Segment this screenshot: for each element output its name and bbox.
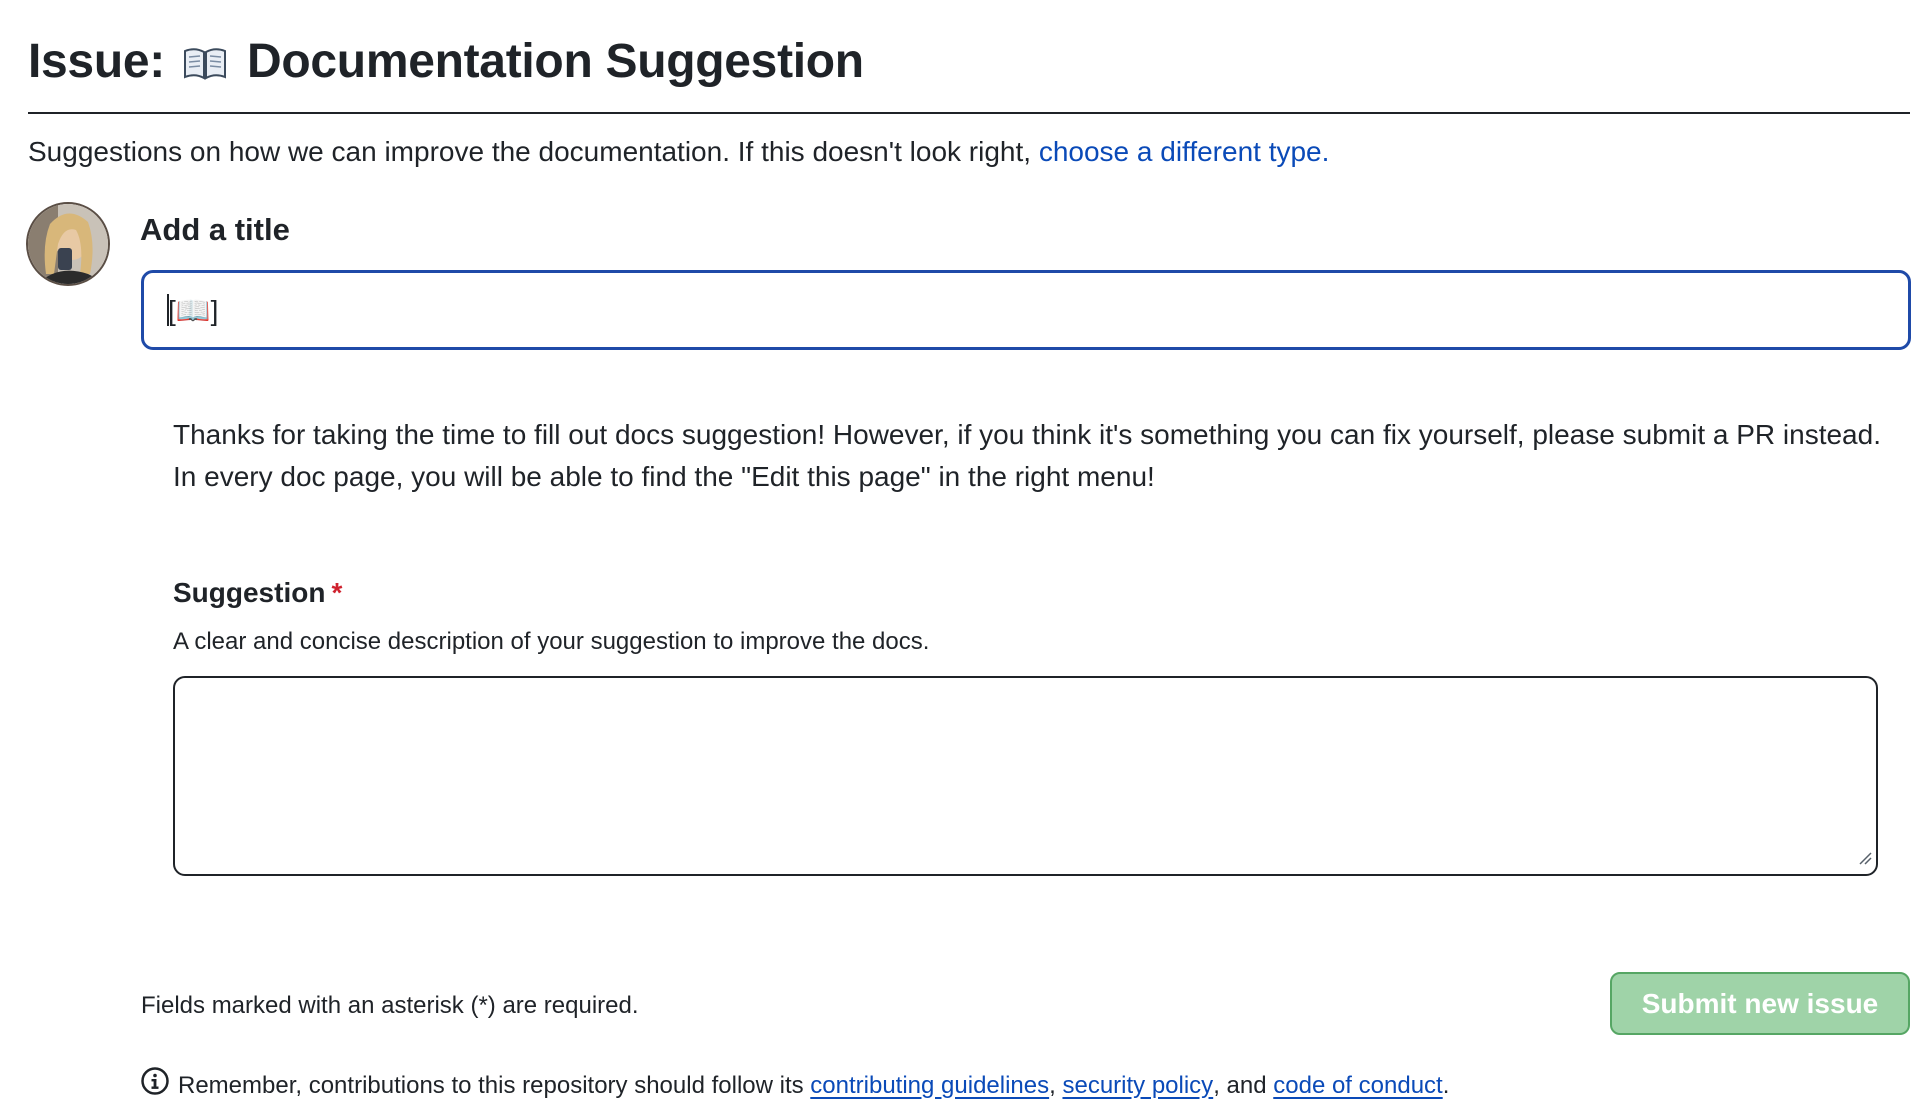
submit-new-issue-button[interactable]: Submit new issue bbox=[1610, 972, 1910, 1035]
open-book-icon bbox=[182, 34, 228, 98]
security-policy-link[interactable]: security policy bbox=[1062, 1070, 1213, 1102]
contribution-end: . bbox=[1442, 1071, 1450, 1099]
title-divider bbox=[28, 112, 1910, 114]
suggestion-textarea[interactable] bbox=[173, 676, 1878, 876]
intro-paragraph-1: Thanks for taking the time to fill out d… bbox=[173, 419, 1881, 450]
avatar[interactable] bbox=[26, 202, 110, 286]
choose-different-type-link[interactable]: choose a different type. bbox=[1039, 136, 1330, 167]
required-asterisk: * bbox=[331, 577, 343, 608]
page-title-text: Documentation Suggestion bbox=[247, 35, 864, 88]
intro-paragraph-2: In every doc page, you will be able to f… bbox=[173, 461, 1155, 492]
resize-handle-icon[interactable] bbox=[1858, 851, 1872, 870]
text-caret bbox=[167, 294, 169, 326]
title-field-label: Add a title bbox=[140, 212, 290, 247]
info-icon bbox=[140, 1066, 170, 1105]
template-intro: Thanks for taking the time to fill out d… bbox=[173, 414, 1893, 498]
suggestion-label-text: Suggestion bbox=[173, 577, 326, 608]
page-title: Issue: Documentation Suggestion bbox=[28, 30, 864, 98]
contribution-separator-1: , bbox=[1049, 1071, 1056, 1099]
contribution-note: Remember, contributions to this reposito… bbox=[140, 1066, 1449, 1105]
title-input[interactable] bbox=[141, 270, 1911, 350]
contributing-guidelines-link[interactable]: contributing guidelines bbox=[810, 1070, 1049, 1102]
suggestion-field-label: Suggestion * bbox=[173, 574, 342, 612]
contribution-separator-2: , and bbox=[1213, 1071, 1267, 1099]
template-description: Suggestions on how we can improve the do… bbox=[28, 134, 1329, 170]
issue-form-page: Issue: Documentation Suggestion Suggesti… bbox=[0, 0, 1930, 1114]
template-description-text: Suggestions on how we can improve the do… bbox=[28, 136, 1032, 167]
contribution-note-text: Remember, contributions to this reposito… bbox=[178, 1071, 804, 1099]
suggestion-field-description: A clear and concise description of your … bbox=[173, 628, 930, 655]
code-of-conduct-link[interactable]: code of conduct bbox=[1273, 1070, 1442, 1102]
required-fields-note: Fields marked with an asterisk (*) are r… bbox=[141, 992, 639, 1019]
page-title-prefix: Issue: bbox=[28, 35, 165, 88]
